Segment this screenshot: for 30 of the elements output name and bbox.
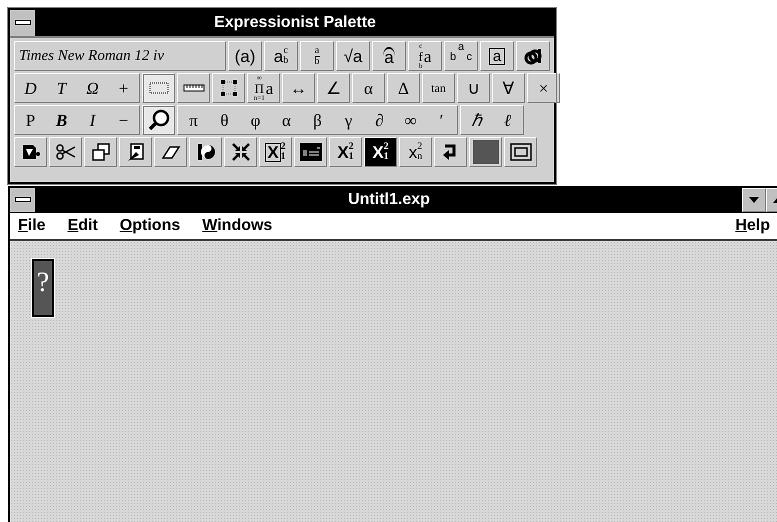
yin-yang-icon [196, 142, 216, 162]
font-field[interactable]: Times New Roman 12 iv [14, 41, 226, 71]
magnifier-icon [148, 109, 170, 131]
system-menu-button[interactable] [10, 10, 36, 36]
menu-item[interactable]: Help [735, 217, 770, 235]
placeholder-box[interactable]: ? [32, 259, 54, 317]
copy-icon [90, 142, 110, 162]
compress-arrows-icon [230, 142, 250, 162]
selection-icon [220, 79, 238, 97]
down-triangle-icon [749, 197, 759, 203]
scissors-icon [56, 144, 76, 160]
minimize-button[interactable] [742, 188, 766, 212]
menu-item[interactable]: Options [120, 217, 180, 235]
tool-button[interactable] [143, 106, 174, 134]
tool-button[interactable] [143, 74, 174, 102]
dash-icon [14, 20, 30, 26]
dash-icon [14, 197, 30, 203]
color-swatch-icon [472, 140, 498, 164]
dotted-rectangle-icon [148, 82, 168, 94]
system-menu-button[interactable] [10, 188, 36, 212]
menu-item[interactable]: Windows [202, 217, 272, 235]
window-title: Expressionist Palette [213, 14, 377, 32]
ruler-icon [182, 84, 204, 92]
eraser-icon [160, 144, 180, 160]
overlap-icon [523, 46, 543, 66]
window-title: Untitl1.exp [347, 191, 431, 209]
formula-icon [300, 143, 322, 161]
menu-item[interactable]: Edit [68, 217, 98, 235]
frame-icon [510, 143, 532, 161]
menu-item[interactable]: File [18, 217, 46, 235]
